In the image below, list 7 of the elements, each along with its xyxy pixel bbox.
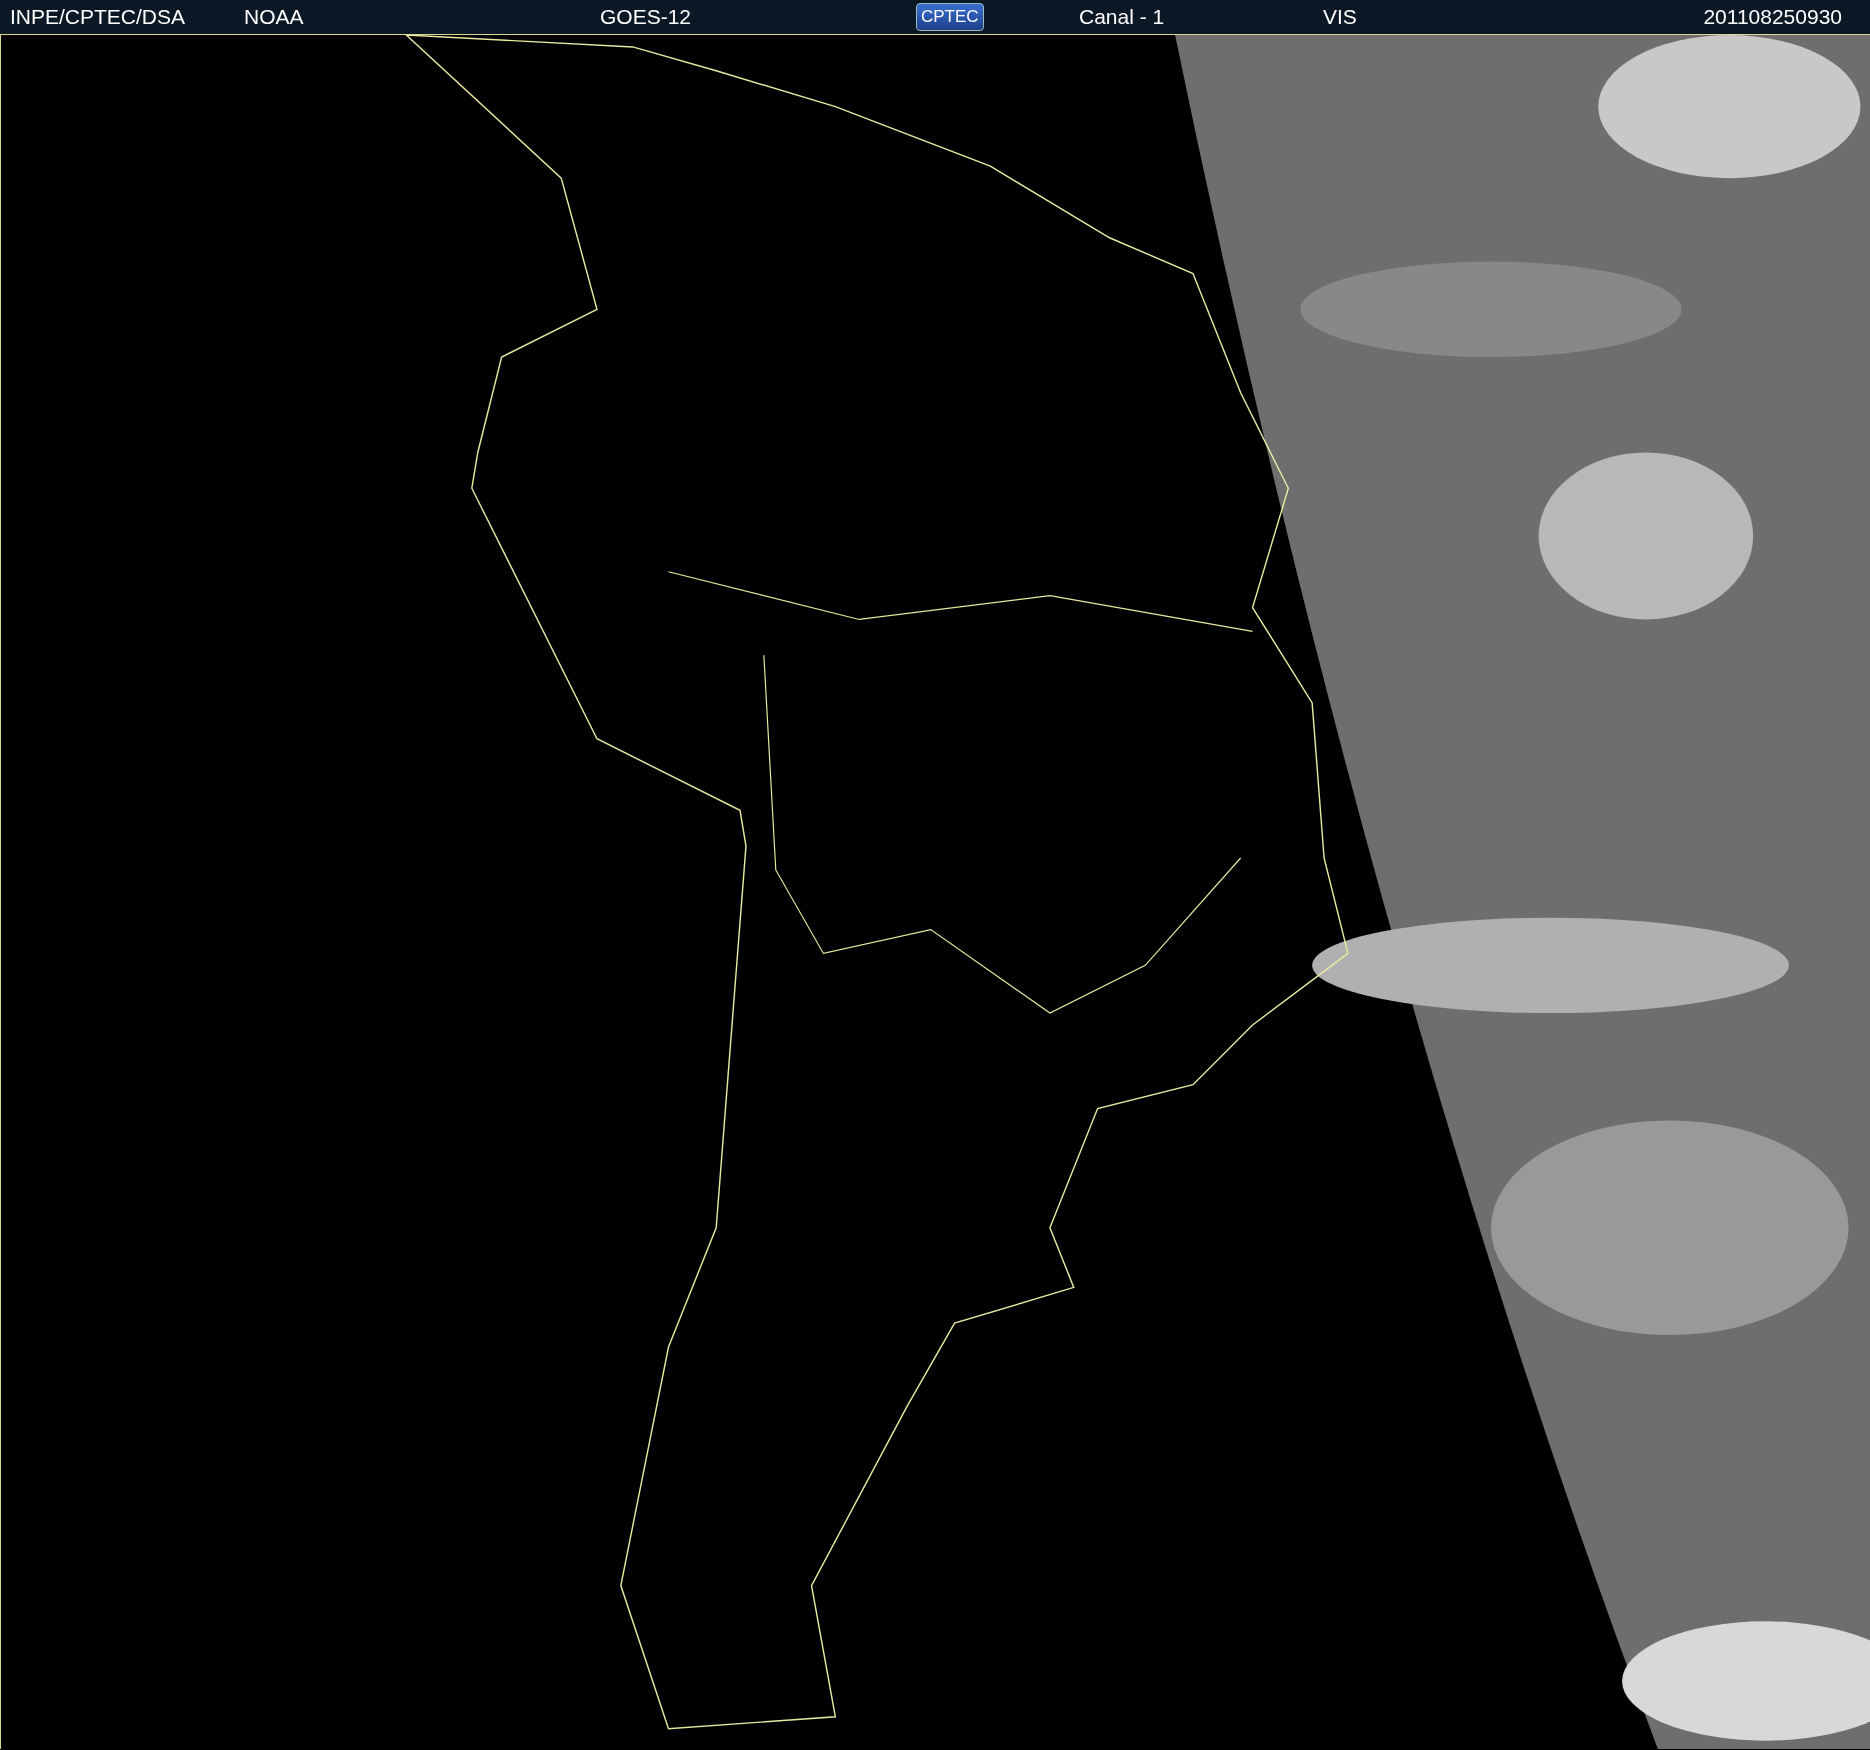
- header-label: VIS: [1323, 5, 1357, 29]
- header-label: 201108250930: [1703, 5, 1842, 29]
- header-label: Canal - 1: [1079, 5, 1165, 29]
- header-label: INPE/CPTEC/DSA: [10, 5, 186, 29]
- header-label: GOES-12: [600, 5, 692, 29]
- agency-logo: CPTEC: [916, 3, 984, 31]
- header-label: NOAA: [244, 5, 304, 29]
